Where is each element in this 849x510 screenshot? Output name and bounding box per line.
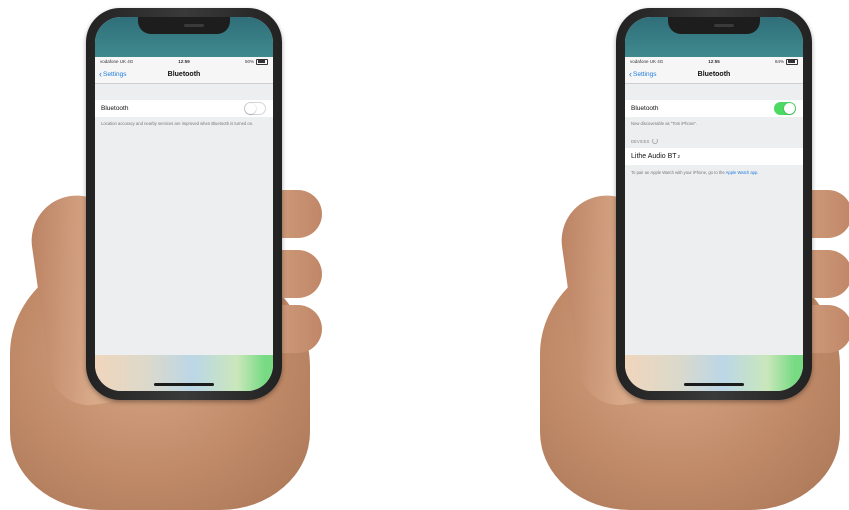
devices-header-label: DEVICES: [631, 138, 650, 144]
battery-icon: [256, 58, 268, 65]
chevron-left-icon: ‹: [99, 69, 102, 79]
right-phone-scene: vodafone UK 4G 12:55 84% ‹ Settings Bluet…: [530, 0, 849, 510]
battery-percent: 50%: [244, 58, 254, 64]
notch: [138, 17, 230, 34]
speaker-icon: [184, 24, 204, 27]
speaker-icon: [714, 24, 734, 27]
device-row[interactable]: Lithe Audio BT 2: [625, 148, 803, 165]
navigation-bar: ‹ Settings Bluetooth: [625, 66, 803, 84]
footnote-text: To pair an Apple Watch with your iPhone,…: [631, 170, 726, 175]
bluetooth-footnote: Location accuracy and nearby services ar…: [101, 121, 254, 126]
device-superscript: 2: [677, 154, 681, 159]
bluetooth-label: Bluetooth: [101, 105, 129, 112]
clock: 12:59: [178, 59, 190, 64]
carrier-label: vodafone UK 4G: [100, 59, 134, 64]
chevron-left-icon: ‹: [629, 69, 632, 79]
status-bar: vodafone UK 4G 12:55 84%: [625, 57, 803, 66]
back-label: Settings: [633, 71, 657, 78]
apple-watch-footnote: To pair an Apple Watch with your iPhone,…: [631, 170, 797, 176]
navigation-bar: ‹ Settings Bluetooth: [95, 66, 273, 84]
carrier-label: vodafone UK 4G: [630, 59, 664, 64]
phone-screen: vodafone UK 4G 12:59 50% ‹ Settings Bluet…: [95, 17, 273, 391]
left-phone-scene: vodafone UK 4G 12:59 50% ‹ Settings Bluet…: [0, 0, 360, 510]
bluetooth-toggle[interactable]: [774, 102, 796, 115]
battery-icon: [786, 58, 798, 65]
back-button[interactable]: ‹ Settings: [99, 70, 127, 79]
loading-spinner-icon: [652, 138, 659, 144]
devices-section-header: DEVICES: [631, 138, 659, 144]
iphone-frame: vodafone UK 4G 12:55 84% ‹ Settings Bluet…: [616, 8, 812, 400]
bluetooth-toggle[interactable]: [244, 102, 266, 115]
back-button[interactable]: ‹ Settings: [629, 70, 657, 79]
clock: 12:55: [708, 59, 720, 64]
status-bar: vodafone UK 4G 12:59 50%: [95, 57, 273, 66]
home-indicator[interactable]: [684, 383, 744, 386]
apple-watch-app-link[interactable]: Apple Watch app.: [726, 170, 759, 175]
notch: [668, 17, 760, 34]
bluetooth-label: Bluetooth: [631, 105, 659, 112]
device-name: Lithe Audio BT: [631, 153, 677, 160]
discoverable-note: Now discoverable as "Tom iPhone".: [631, 121, 698, 126]
iphone-frame: vodafone UK 4G 12:59 50% ‹ Settings Bluet…: [86, 8, 282, 400]
bluetooth-row: Bluetooth: [625, 100, 803, 117]
back-label: Settings: [103, 71, 127, 78]
home-indicator[interactable]: [154, 383, 214, 386]
bluetooth-row: Bluetooth: [95, 100, 273, 117]
phone-screen: vodafone UK 4G 12:55 84% ‹ Settings Bluet…: [625, 17, 803, 391]
battery-percent: 84%: [774, 58, 784, 64]
